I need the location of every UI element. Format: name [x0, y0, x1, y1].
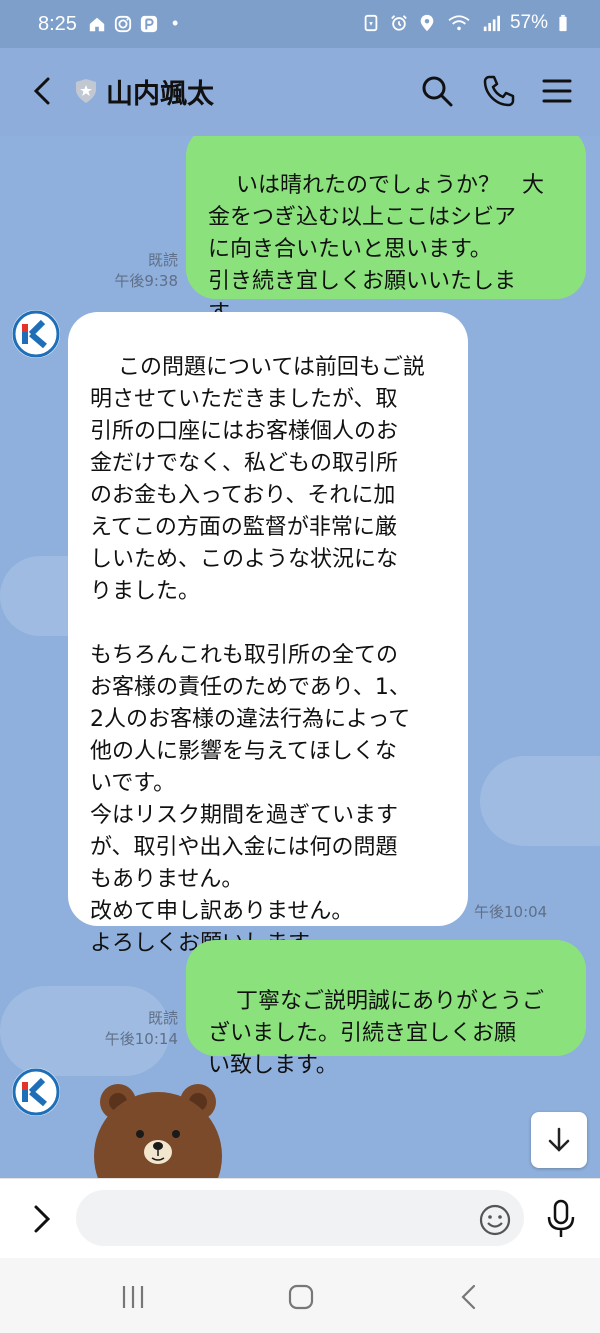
message-meta: 既読 午後9:38 [90, 250, 178, 292]
shield-icon [76, 79, 96, 103]
home-icon [89, 17, 105, 31]
chat-header: 山内颯太 [0, 48, 600, 136]
phone-icon[interactable] [482, 74, 516, 108]
signal-icon [483, 15, 500, 32]
incoming-message[interactable]: この問題については前回もご説 明させていただきましたが、取 引所の口座にはお客様… [68, 312, 468, 956]
contact-name[interactable]: 山内颯太 [106, 72, 214, 111]
status-bar: 8:25 • 57% [0, 0, 600, 48]
outgoing-message[interactable]: 丁寧なご説明誠にありがとうご ざいました。引続き宜しくお願 い致します。 [186, 940, 586, 1078]
message-input[interactable] [76, 1190, 524, 1246]
message-time: 午後9:38 [114, 272, 178, 290]
message-meta: 既読 午後10:14 [90, 1008, 178, 1050]
message-input-bar [0, 1178, 600, 1259]
scroll-down-icon [548, 1127, 570, 1152]
wifi-icon [448, 15, 470, 31]
home-button-icon[interactable] [284, 1282, 318, 1312]
exchange-logo-icon [12, 310, 60, 358]
recent-apps-icon[interactable] [116, 1282, 150, 1312]
battery-percent: 57% [509, 12, 548, 33]
chat-area[interactable]: いは晴れたのでしょうか？ 大 金をつぎ込む以上ここはシビア に向き合いたいと思い… [0, 136, 600, 1178]
outgoing-message[interactable]: いは晴れたのでしょうか？ 大 金をつぎ込む以上ここはシビア に向き合いたいと思い… [186, 136, 586, 326]
location-icon [420, 14, 434, 32]
system-nav-bar [0, 1258, 600, 1333]
battery-icon [559, 14, 567, 32]
menu-icon[interactable] [540, 74, 574, 108]
back-nav-icon[interactable] [452, 1282, 486, 1312]
read-receipt: 既読 [147, 251, 178, 269]
back-icon[interactable] [26, 74, 60, 108]
instagram-icon [114, 15, 132, 32]
recycle-icon [364, 14, 378, 32]
status-time: 8:25 [38, 13, 77, 35]
microphone-icon[interactable] [544, 1199, 578, 1239]
sender-avatar[interactable] [12, 1068, 60, 1116]
exchange-logo-icon [12, 1068, 60, 1116]
paypay-icon [140, 15, 158, 32]
message-time: 午後10:04 [474, 903, 548, 921]
message-time: 午後10:14 [104, 1030, 178, 1048]
bear-sticker[interactable] [88, 1076, 228, 1178]
read-receipt: 既読 [147, 1009, 178, 1027]
scroll-down-button[interactable] [531, 1112, 587, 1168]
sender-avatar[interactable] [12, 310, 60, 358]
emoji-icon[interactable] [478, 1203, 512, 1237]
expand-icon[interactable] [26, 1201, 58, 1237]
notification-dot: • [172, 13, 179, 33]
background-cloud [480, 756, 600, 846]
alarm-icon [391, 15, 407, 31]
search-icon[interactable] [420, 74, 454, 108]
